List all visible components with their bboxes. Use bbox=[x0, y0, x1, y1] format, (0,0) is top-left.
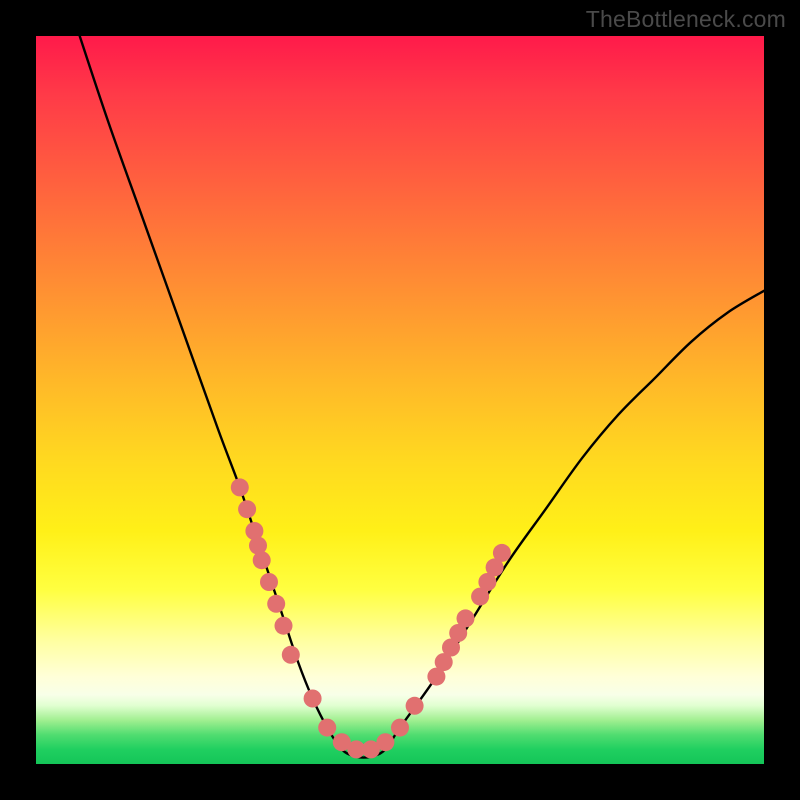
watermark-text: TheBottleneck.com bbox=[586, 6, 786, 33]
plot-area bbox=[36, 36, 764, 764]
highlight-dot bbox=[238, 500, 256, 518]
highlight-dots bbox=[231, 478, 511, 758]
highlight-dot bbox=[282, 646, 300, 664]
curve-layer bbox=[36, 36, 764, 764]
highlight-dot bbox=[391, 719, 409, 737]
highlight-dot bbox=[304, 690, 322, 708]
highlight-dot bbox=[275, 617, 293, 635]
highlight-dot bbox=[260, 573, 278, 591]
highlight-dot bbox=[318, 719, 336, 737]
highlight-dot bbox=[457, 609, 475, 627]
bottleneck-curve bbox=[80, 36, 764, 758]
chart-frame: TheBottleneck.com bbox=[0, 0, 800, 800]
highlight-dot bbox=[493, 544, 511, 562]
highlight-dot bbox=[231, 478, 249, 496]
highlight-dot bbox=[267, 595, 285, 613]
highlight-dot bbox=[406, 697, 424, 715]
highlight-dot bbox=[253, 551, 271, 569]
highlight-dot bbox=[376, 733, 394, 751]
